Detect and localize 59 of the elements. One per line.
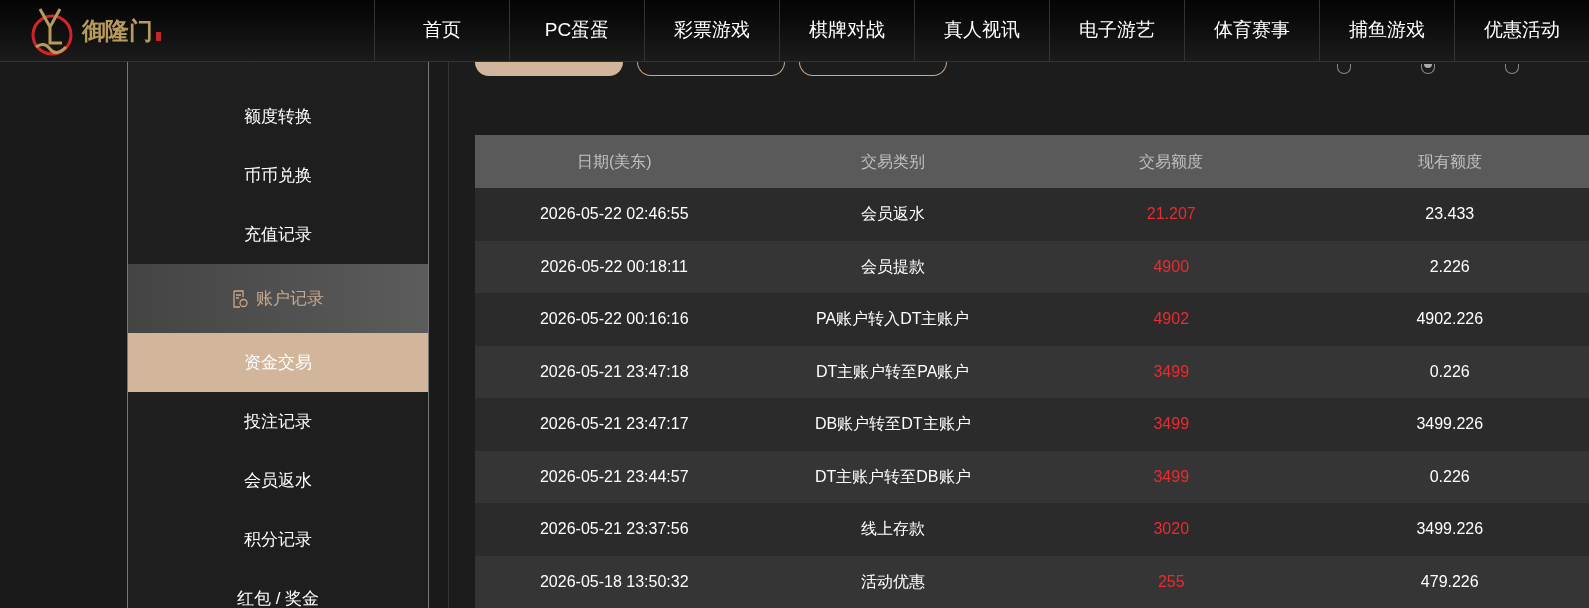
sidebar-group-label: 账户记录 xyxy=(256,287,324,310)
sidebar-item[interactable]: 红包 / 奖金 xyxy=(128,569,428,608)
table-cell-text: 线上存款 xyxy=(859,519,926,540)
sidebar-item[interactable]: 额度转换 xyxy=(128,87,428,146)
nav-link[interactable]: 体育赛事 xyxy=(1184,0,1319,61)
column-header: 日期(美东) xyxy=(575,151,653,172)
table-cell-text: 2026-05-21 23:47:17 xyxy=(538,414,690,435)
table-cell-text: 3499 xyxy=(1152,466,1191,487)
table-cell-text: 4902 xyxy=(1152,309,1191,330)
nav-link[interactable]: 真人视讯 xyxy=(914,0,1049,61)
nav-link[interactable]: 棋牌对战 xyxy=(779,0,914,61)
table-cell-text: 2026-05-18 13:50:32 xyxy=(538,571,690,592)
table-cell-text: 3499 xyxy=(1152,414,1191,435)
table-cell-text: 3499.226 xyxy=(1415,519,1485,540)
sidebar-item[interactable]: 会员返水 xyxy=(128,451,428,510)
table-cell-text: 2026-05-21 23:37:56 xyxy=(538,519,690,540)
table-cell-text: 活动优惠 xyxy=(859,571,926,592)
table-cell-text: 会员提款 xyxy=(859,256,926,277)
table-cell-text: 0.226 xyxy=(1428,361,1471,382)
table-cell-text: 2026-05-21 23:47:18 xyxy=(538,361,690,382)
table-cell-text: 23.433 xyxy=(1424,204,1476,225)
table-cell-text: PA账户转入DT主账户 xyxy=(815,309,971,330)
table-cell-text: DB账户转至DT主账户 xyxy=(813,414,972,435)
nav-link[interactable]: 优惠活动 xyxy=(1454,0,1589,61)
receipt-icon xyxy=(232,289,248,308)
table-cell-text: 479.226 xyxy=(1419,571,1480,592)
column-header: 现有额度 xyxy=(1416,151,1483,172)
table-cell-text: 3499.226 xyxy=(1415,414,1485,435)
sidebar-group-header[interactable]: 账户记录 xyxy=(128,264,428,333)
nav-link[interactable]: PC蛋蛋 xyxy=(509,0,644,61)
column-header: 交易类别 xyxy=(859,151,926,172)
nav-link[interactable]: 电子游艺 xyxy=(1049,0,1184,61)
table-cell-text: 2026-05-22 00:16:16 xyxy=(538,309,690,330)
sidebar-item[interactable]: 币币兑换 xyxy=(128,146,428,205)
table-cell-text: 2026-05-22 00:18:11 xyxy=(539,256,689,277)
filter-pill[interactable] xyxy=(475,62,623,76)
sidebar-item[interactable]: 投注记录 xyxy=(128,392,428,451)
nav-link[interactable]: 首页 xyxy=(374,0,509,61)
table-cell-text: 3499 xyxy=(1152,361,1191,382)
table-cell-text: 0.226 xyxy=(1428,466,1471,487)
table-cell-text: 21.207 xyxy=(1145,204,1197,225)
seal-icon xyxy=(156,32,162,41)
table-cell-text: 2.226 xyxy=(1428,256,1471,277)
table-cell-text: DT主账户转至DB账户 xyxy=(813,466,972,487)
table-cell-text: 4900 xyxy=(1152,256,1191,277)
table-cell-text: 4902.226 xyxy=(1415,309,1485,330)
table-cell-text: DT主账户转至PA账户 xyxy=(815,361,971,382)
logo-text: 御隆门 xyxy=(82,15,153,46)
table-cell-text: 2026-05-22 02:46:55 xyxy=(538,204,690,225)
table-cell-text: 2026-05-21 23:44:57 xyxy=(538,466,690,487)
nav-link[interactable]: 彩票游戏 xyxy=(644,0,779,61)
sidebar-item[interactable]: 积分记录 xyxy=(128,510,428,569)
table-cell-text: 255 xyxy=(1156,571,1186,592)
nav-link[interactable]: 捕鱼游戏 xyxy=(1319,0,1454,61)
table-cell-text: 会员返水 xyxy=(859,204,926,225)
column-header: 交易额度 xyxy=(1138,151,1205,172)
table-cell-text: 3020 xyxy=(1152,519,1191,540)
radio-button[interactable] xyxy=(1505,64,1519,74)
sidebar-item[interactable]: 充值记录 xyxy=(128,205,428,264)
